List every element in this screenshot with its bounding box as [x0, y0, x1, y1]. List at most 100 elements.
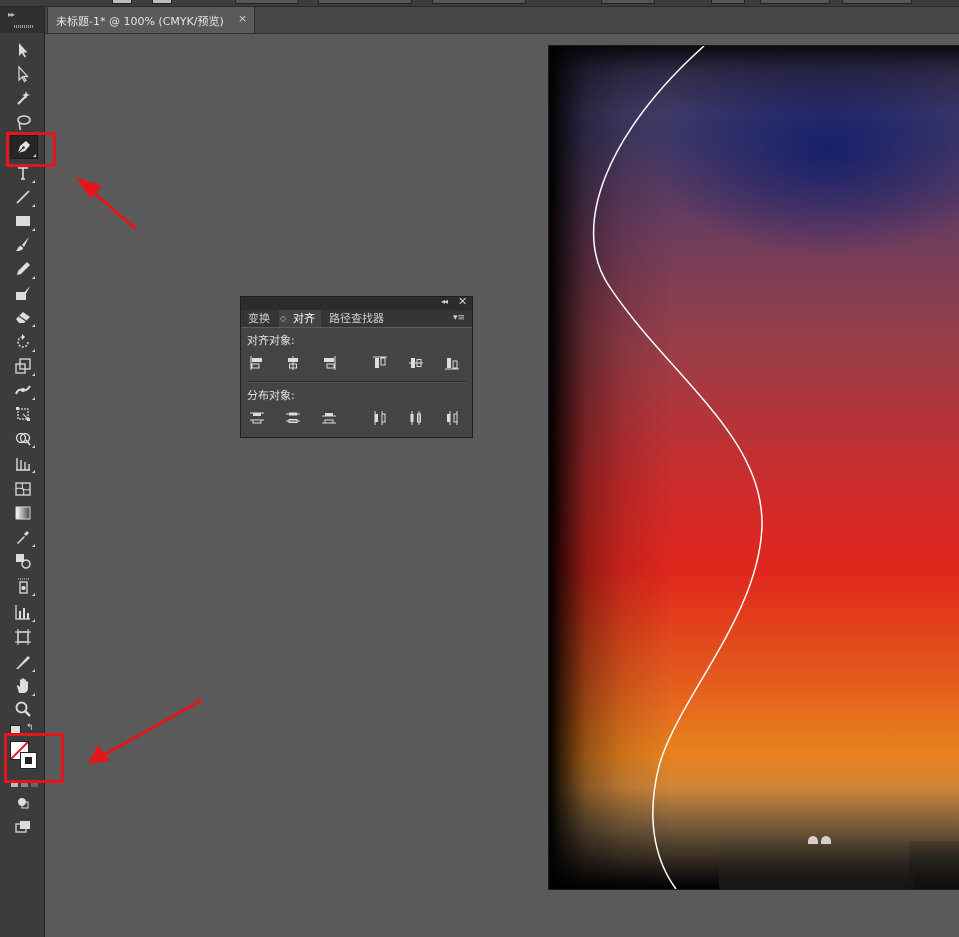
collapse-icon[interactable]: ▸▸ [8, 10, 15, 19]
control-swatch-fill[interactable] [112, 0, 132, 4]
blob-brush-icon [16, 286, 30, 300]
control-field-3[interactable] [432, 0, 526, 4]
lasso-tool[interactable] [10, 111, 36, 133]
panel-menu-icon[interactable]: ▾≡ [453, 313, 465, 323]
artboard-tool[interactable] [10, 626, 36, 648]
eyedropper-icon [17, 531, 29, 544]
magic-wand-icon [17, 91, 30, 105]
column-graph-icon [15, 605, 30, 620]
flyout-indicator [32, 445, 35, 448]
flyout-indicator [32, 373, 35, 376]
flyout-indicator [32, 276, 35, 279]
column-graph-tool[interactable] [10, 601, 36, 623]
drawing-mode-button[interactable] [10, 792, 36, 814]
tab-transform[interactable]: 变换 [244, 310, 274, 327]
control-swatch-stroke[interactable] [152, 0, 172, 4]
slice-tool[interactable] [10, 651, 36, 673]
align-panel-titlebar[interactable] [241, 297, 472, 310]
pencil-icon [17, 262, 30, 275]
distribute-horizontal-center-icon [410, 411, 421, 425]
screen-mode-icon [15, 821, 30, 833]
free-transform-tool[interactable] [10, 403, 36, 425]
blob-brush-tool[interactable] [10, 282, 36, 304]
align-bottom-icon [445, 358, 459, 370]
magic-wand-tool[interactable] [10, 87, 36, 109]
distribute-vertical-center-icon [286, 412, 300, 423]
tab-options-icon: ◇ [280, 314, 287, 323]
eraser-tool[interactable] [10, 306, 36, 328]
eraser-icon [16, 312, 30, 323]
distribute-objects-label: 分布对象: [247, 389, 295, 402]
align-left-icon [250, 356, 262, 370]
selection-tool[interactable] [10, 39, 36, 61]
brush-icon [16, 237, 29, 251]
pen-tool-highlight [6, 132, 56, 167]
arrow-icon [19, 43, 28, 58]
distribute-top-icon [250, 412, 264, 424]
screen-mode-button[interactable] [10, 816, 36, 838]
perspective-grid-tool[interactable] [10, 452, 36, 474]
close-icon[interactable]: × [238, 12, 247, 25]
hand-tool[interactable] [10, 675, 36, 697]
slice-icon [16, 656, 30, 669]
tab-pathfinder[interactable]: 路径查找器 [325, 310, 388, 327]
width-icon [15, 385, 31, 395]
blend-tool[interactable] [10, 550, 36, 572]
mesh-tool[interactable] [10, 478, 36, 500]
paintbrush-tool[interactable] [10, 233, 36, 255]
flyout-indicator [32, 228, 35, 231]
swap-colors-icon[interactable]: ↰ [26, 723, 34, 733]
blend-icon [16, 554, 31, 569]
panel-divider [247, 381, 466, 383]
width-tool[interactable] [10, 379, 36, 401]
symbol-sprayer-tool[interactable] [10, 575, 36, 597]
scale-icon [15, 358, 31, 374]
flyout-indicator [32, 593, 35, 596]
fill-stroke-highlight [4, 733, 64, 783]
zoom-tool[interactable] [10, 698, 36, 720]
artboard[interactable] [548, 45, 959, 890]
control-field-4[interactable] [601, 0, 655, 4]
rotate-tool[interactable] [10, 331, 36, 353]
grip-icon[interactable] [14, 25, 34, 28]
control-field-1[interactable] [235, 0, 299, 4]
flyout-indicator [32, 619, 35, 622]
gradient-tool[interactable] [10, 502, 36, 524]
flyout-indicator [32, 544, 35, 547]
rectangle-icon [16, 216, 30, 226]
direct-selection-tool[interactable] [10, 63, 36, 85]
align-horizontal-center-icon [288, 356, 298, 370]
artboard-icon [15, 629, 31, 645]
pencil-tool[interactable] [10, 258, 36, 280]
free-transform-icon [16, 407, 30, 421]
flyout-indicator [32, 470, 35, 473]
collapse-icon[interactable]: ◂◂ [441, 297, 448, 306]
rectangle-tool[interactable] [10, 210, 36, 232]
symbol-sprayer-icon [18, 578, 29, 594]
control-field-5[interactable] [711, 0, 745, 4]
align-vertical-center-icon [409, 358, 423, 368]
close-icon[interactable]: ✕ [458, 295, 467, 308]
flyout-indicator [32, 397, 35, 400]
scale-tool[interactable] [10, 355, 36, 377]
align-panel: ◂◂ ✕ 变换 对齐 ◇ 路径查找器 ▾≡ 对齐对象: 分布对象: [240, 295, 473, 438]
magnifier-icon [15, 701, 31, 717]
line-segment-tool[interactable] [10, 186, 36, 208]
eyedropper-tool[interactable] [10, 526, 36, 548]
align-top-icon [373, 356, 387, 368]
mesh-icon [15, 482, 31, 496]
shape-builder-icon [15, 432, 31, 446]
control-field-2[interactable] [318, 0, 412, 4]
tools-panel-header [0, 7, 44, 33]
flyout-indicator [32, 669, 35, 672]
flyout-indicator [32, 180, 35, 183]
line-icon [16, 190, 30, 204]
flyout-indicator [32, 324, 35, 327]
lasso-icon [17, 115, 31, 131]
control-field-7[interactable] [842, 0, 912, 4]
pen-path-curve[interactable] [549, 46, 959, 889]
control-field-6[interactable] [760, 0, 830, 4]
align-right-icon [324, 356, 336, 370]
shape-builder-tool[interactable] [10, 427, 36, 449]
distribute-left-icon [374, 411, 386, 425]
